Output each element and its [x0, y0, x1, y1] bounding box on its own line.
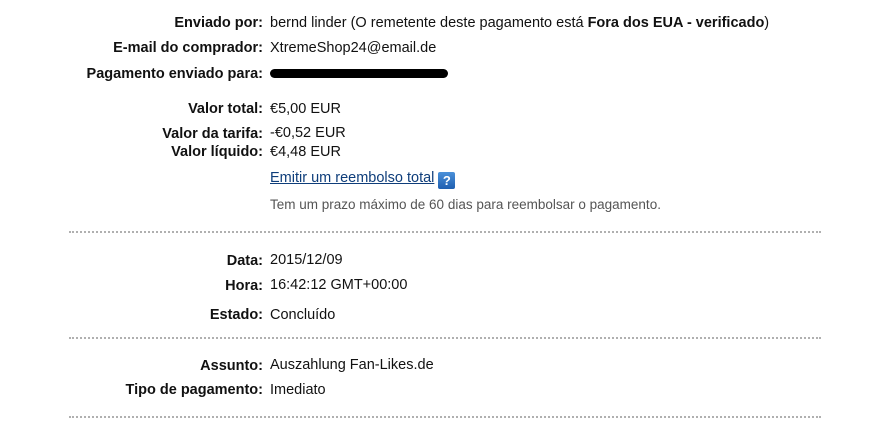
payment-sent-to-label: Pagamento enviado para: [86, 66, 263, 82]
sender-note-prefix: (O remetente deste pagamento está [346, 15, 588, 31]
payment-type-value: Imediato [270, 382, 326, 398]
sent-by-value: bernd linder (O remetente deste pagament… [270, 15, 769, 32]
date-value: 2015/12/09 [270, 252, 343, 268]
fee-amount-value: -€0,52 EUR [270, 125, 346, 141]
refund-link[interactable]: Emitir um reembolso total [270, 170, 434, 186]
section-divider [69, 337, 821, 339]
refund-row: Emitir um reembolso total? [270, 170, 456, 189]
total-amount-label: Valor total: [188, 101, 263, 117]
redaction-bar [270, 68, 448, 78]
total-amount-value: €5,00 EUR [270, 101, 341, 117]
sent-by-label: Enviado por: [174, 15, 263, 31]
sender-note-suffix: ) [764, 15, 770, 31]
refund-note: Tem um prazo máximo de 60 dias para reem… [270, 197, 661, 212]
date-label: Data: [226, 253, 263, 269]
sender-name: bernd linder [270, 15, 347, 31]
payment-sent-to-value [270, 66, 448, 83]
subject-value: Auszahlung Fan-Likes.de [270, 357, 434, 373]
buyer-email-value: XtremeShop24@email.de [270, 40, 437, 56]
fee-amount-label: Valor da tarifa: [162, 126, 263, 142]
subject-label: Assunto: [200, 358, 263, 374]
time-value: 16:42:12 GMT+00:00 [270, 277, 408, 293]
section-divider [69, 231, 821, 233]
status-value: Concluído [270, 307, 336, 323]
buyer-email-label: E-mail do comprador: [113, 40, 263, 56]
status-label: Estado: [209, 307, 263, 323]
time-label: Hora: [225, 278, 263, 294]
net-amount-label: Valor líquido: [171, 144, 263, 160]
sender-status: Fora dos EUA - verificado [587, 15, 765, 31]
help-icon[interactable]: ? [438, 172, 456, 189]
net-amount-value: €4,48 EUR [270, 144, 341, 160]
payment-type-label: Tipo de pagamento: [125, 382, 264, 398]
section-divider [69, 416, 821, 418]
